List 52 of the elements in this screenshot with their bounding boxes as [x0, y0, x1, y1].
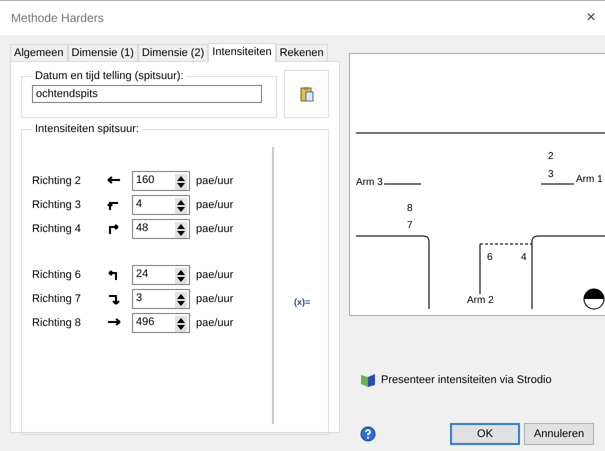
turn-arrow-icon	[106, 292, 122, 306]
spinner-arrows-icon	[175, 292, 187, 308]
direction-number: 8	[407, 203, 413, 214]
number-spinner[interactable]: 160	[132, 171, 190, 191]
direction-label: Richting 2	[32, 175, 82, 187]
direction-label: Richting 8	[32, 317, 82, 329]
tab[interactable]: Algemeen	[10, 44, 68, 61]
spinner-arrows-icon	[175, 268, 187, 284]
number-spinner[interactable]: 3	[132, 289, 190, 309]
direction-number: 4	[521, 252, 527, 263]
clipboard-icon	[300, 86, 314, 102]
arm-label: Arm 3	[356, 177, 383, 188]
text-field[interactable]: ochtendspits	[32, 85, 262, 103]
direction-number: 6	[487, 252, 493, 263]
number-spinner[interactable]: 4	[132, 195, 190, 215]
direction-number: 2	[548, 151, 554, 162]
help-icon[interactable]	[360, 426, 376, 442]
unit-label: pae/uur	[196, 293, 234, 305]
direction-number: 7	[407, 220, 413, 231]
group-title: Datum en tijd telling (spitsuur):	[34, 70, 185, 82]
direction-number: 3	[548, 169, 554, 180]
unit-label: pae/uur	[196, 317, 234, 329]
spinner-arrows-icon	[175, 222, 187, 238]
dialog-button[interactable]: Annuleren	[524, 423, 594, 445]
direction-label: Richting 3	[32, 199, 82, 211]
group-title: Intensiteiten spitsuur:	[34, 123, 140, 135]
spinner-arrows-icon	[175, 198, 187, 214]
spinner-arrows-icon	[175, 174, 187, 190]
tab[interactable]: Dimensie (1)	[68, 44, 138, 61]
paste-button[interactable]	[284, 70, 329, 118]
tab[interactable]: Rekenen	[276, 44, 328, 61]
number-spinner[interactable]: 496	[132, 313, 190, 333]
spinner-arrows-icon	[175, 316, 187, 332]
arm-label: Arm 1	[576, 174, 603, 185]
direction-label: Richting 7	[32, 293, 82, 305]
number-spinner[interactable]: 24	[132, 265, 190, 285]
tab[interactable]: Intensiteiten	[208, 43, 276, 62]
unit-label: pae/uur	[196, 269, 234, 281]
strodio-link[interactable]: Presenteer intensiteiten via Strodio	[381, 374, 552, 386]
close-button[interactable]: ×	[577, 9, 605, 27]
strodio-logo-icon	[360, 372, 376, 388]
direction-label: Richting 6	[32, 269, 82, 281]
formula-label: (x)=	[294, 296, 310, 306]
tab[interactable]: Dimensie (2)	[138, 44, 208, 61]
number-spinner[interactable]: 48	[132, 219, 190, 239]
dialog-button[interactable]: OK	[450, 423, 520, 445]
window-title: Methode Harders	[11, 11, 104, 25]
arm-label: Arm 2	[467, 295, 494, 306]
direction-label: Richting 4	[32, 223, 82, 235]
unit-label: pae/uur	[196, 199, 234, 211]
unit-label: pae/uur	[196, 223, 234, 235]
unit-label: pae/uur	[196, 175, 234, 187]
